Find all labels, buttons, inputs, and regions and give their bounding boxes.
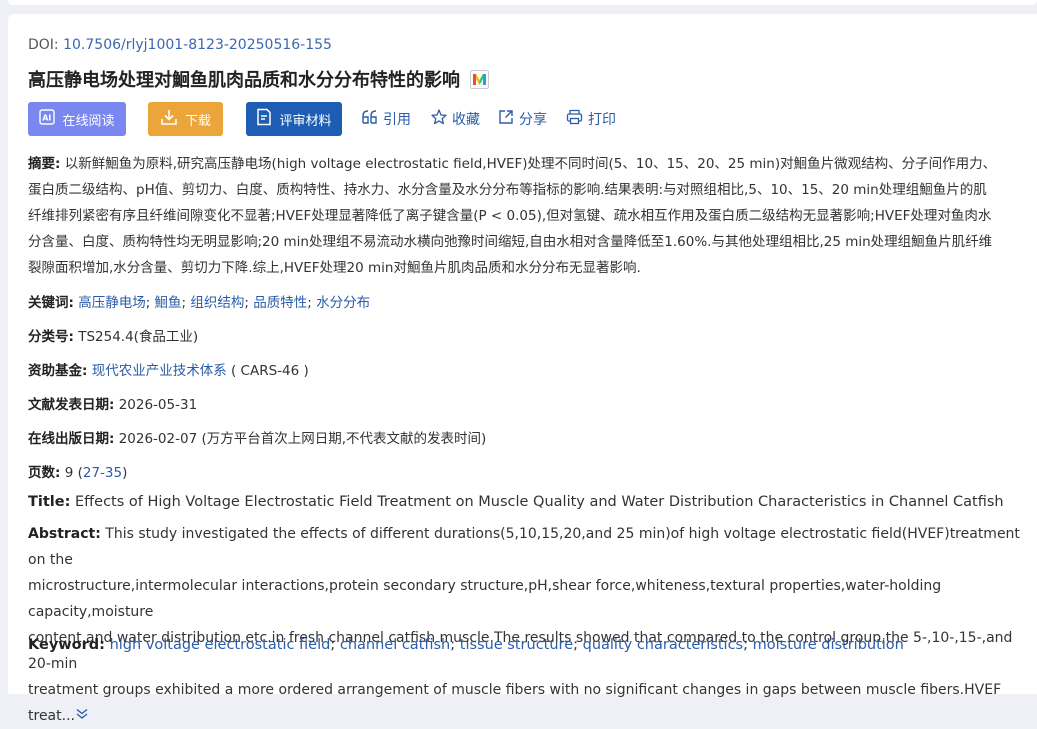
review-materials-button[interactable]: 评审材料 bbox=[246, 102, 342, 136]
keyword-link[interactable]: 水分分布 bbox=[316, 295, 370, 311]
pages: 页数: 9 (27-35) bbox=[28, 465, 128, 481]
read-online-button[interactable]: AI 在线阅读 bbox=[28, 102, 126, 136]
download-icon bbox=[160, 108, 178, 130]
pages-range-link[interactable]: 27-35 bbox=[83, 465, 122, 481]
abstract-en-line: This study investigated the effects of d… bbox=[28, 526, 1020, 568]
keyword-link[interactable]: 品质特性 bbox=[253, 295, 307, 311]
print-link[interactable]: 打印 bbox=[566, 109, 616, 129]
online-date-value: 2026-02-07 bbox=[118, 431, 198, 447]
fund: 资助基金: 现代农业产业技术体系 ( CARS-46 ) bbox=[28, 359, 309, 379]
fund-code: ( CARS-46 ) bbox=[231, 363, 309, 379]
fund-label: 资助基金: bbox=[28, 363, 88, 379]
keyword-link[interactable]: 高压静电场 bbox=[78, 295, 146, 311]
quote-icon bbox=[362, 110, 378, 128]
keywords-cn-label: 关键词: bbox=[28, 295, 74, 311]
print-label: 打印 bbox=[588, 112, 616, 128]
title-en: Title: Effects of High Voltage Electrost… bbox=[28, 494, 1004, 510]
doi-label: DOI: bbox=[28, 37, 59, 53]
review-materials-label: 评审材料 bbox=[279, 113, 332, 129]
article-card: DOI: 10.7506/rlyj1001-8123-20250516-155 … bbox=[8, 14, 1037, 724]
classification-label: 分类号: bbox=[28, 329, 74, 345]
favorite-link[interactable]: 收藏 bbox=[431, 109, 480, 129]
abstract-cn-label: 摘要: bbox=[28, 156, 61, 172]
doi-link[interactable]: 10.7506/rlyj1001-8123-20250516-155 bbox=[63, 37, 332, 53]
abstract-en: Abstract: This study investigated the ef… bbox=[28, 521, 1020, 729]
pub-date-value: 2026-05-31 bbox=[118, 397, 198, 413]
abstract-en-line: microstructure,intermolecular interactio… bbox=[28, 578, 942, 620]
abstract-cn-line: 蛋白质二级结构、pH值、剪切力、白度、质构特性、持水力、水分含量及水分分布等指标… bbox=[28, 182, 987, 198]
expand-chevron-icon[interactable] bbox=[75, 703, 89, 729]
share-label: 分享 bbox=[519, 112, 547, 128]
doi-line: DOI: 10.7506/rlyj1001-8123-20250516-155 bbox=[28, 37, 332, 53]
pages-label: 页数: bbox=[28, 465, 61, 481]
publication-date: 文献发表日期: 2026-05-31 bbox=[28, 393, 197, 413]
page-title: 高压静电场处理对鮰鱼肌肉品质和水分分布特性的影响 bbox=[28, 66, 489, 92]
classification: 分类号: TS254.4(食品工业) bbox=[28, 325, 198, 345]
cite-link[interactable]: 引用 bbox=[362, 109, 411, 129]
keyword-link[interactable]: quality characteristics bbox=[583, 637, 743, 653]
top-bar bbox=[8, 0, 1037, 5]
abstract-en-line: treatment groups exhibited a more ordere… bbox=[28, 682, 1002, 724]
svg-text:AI: AI bbox=[43, 114, 52, 123]
abstract-cn: 摘要: 以新鲜鮰鱼为原料,研究高压静电场(high voltage electr… bbox=[28, 151, 1020, 281]
cite-label: 引用 bbox=[383, 112, 411, 128]
title-en-value: Effects of High Voltage Electrostatic Fi… bbox=[75, 494, 1004, 510]
printer-icon bbox=[566, 109, 583, 129]
online-date-note: (万方平台首次上网日期,不代表文献的发表时间) bbox=[201, 431, 487, 447]
ai-icon: AI bbox=[39, 109, 56, 129]
share-icon bbox=[498, 109, 514, 129]
keyword-link[interactable]: tissue structure bbox=[460, 637, 573, 653]
fund-link[interactable]: 现代农业产业技术体系 bbox=[92, 363, 227, 379]
keyword-link[interactable]: 组织结构 bbox=[190, 295, 244, 311]
article-title: 高压静电场处理对鮰鱼肌肉品质和水分分布特性的影响 bbox=[28, 70, 460, 91]
document-icon bbox=[256, 108, 272, 130]
read-online-label: 在线阅读 bbox=[62, 113, 115, 129]
online-date: 在线出版日期: 2026-02-07 (万方平台首次上网日期,不代表文献的发表时… bbox=[28, 427, 486, 447]
keywords-cn: 关键词: 高压静电场; 鮰鱼; 组织结构; 品质特性; 水分分布 bbox=[28, 295, 371, 311]
keyword-link[interactable]: moisture distribution bbox=[753, 637, 904, 653]
keywords-en-label: Keyword: bbox=[28, 637, 105, 653]
abstract-cn-line: 分含量、白度、质构特性均无明显影响;20 min处理组不易流动水横向弛豫时间缩短… bbox=[28, 234, 993, 250]
abstract-cn-line: 纤维排列紧密有序且纤维间隙变化不显著;HVEF处理显著降低了离子键含量(P < … bbox=[28, 208, 992, 224]
star-icon bbox=[431, 109, 447, 129]
share-link[interactable]: 分享 bbox=[498, 109, 547, 129]
keywords-en: Keyword: high voltage electrostatic fiel… bbox=[28, 637, 904, 653]
m-logo-icon bbox=[470, 69, 489, 89]
action-bar: AI 在线阅读 下载 评审材料 引用 收藏 分享 打印 bbox=[28, 102, 616, 136]
abstract-cn-line: 裂隙面积增加,水分含量、剪切力下降.综上,HVEF处理20 min对鮰鱼片肌肉品… bbox=[28, 260, 641, 276]
abstract-en-label: Abstract: bbox=[28, 526, 101, 542]
classification-value: TS254.4(食品工业) bbox=[78, 329, 199, 345]
keyword-link[interactable]: high voltage electrostatic field bbox=[110, 637, 331, 653]
pub-date-label: 文献发表日期: bbox=[28, 397, 115, 413]
keyword-link[interactable]: 鮰鱼 bbox=[155, 295, 182, 311]
keyword-link[interactable]: channel catfish bbox=[340, 637, 450, 653]
abstract-cn-line: 以新鲜鮰鱼为原料,研究高压静电场(high voltage electrosta… bbox=[64, 156, 997, 172]
title-en-label: Title: bbox=[28, 494, 71, 510]
download-label: 下载 bbox=[184, 113, 211, 129]
online-date-label: 在线出版日期: bbox=[28, 431, 115, 447]
favorite-label: 收藏 bbox=[452, 112, 480, 128]
download-button[interactable]: 下载 bbox=[148, 102, 223, 136]
pages-count: 9 bbox=[64, 465, 74, 481]
